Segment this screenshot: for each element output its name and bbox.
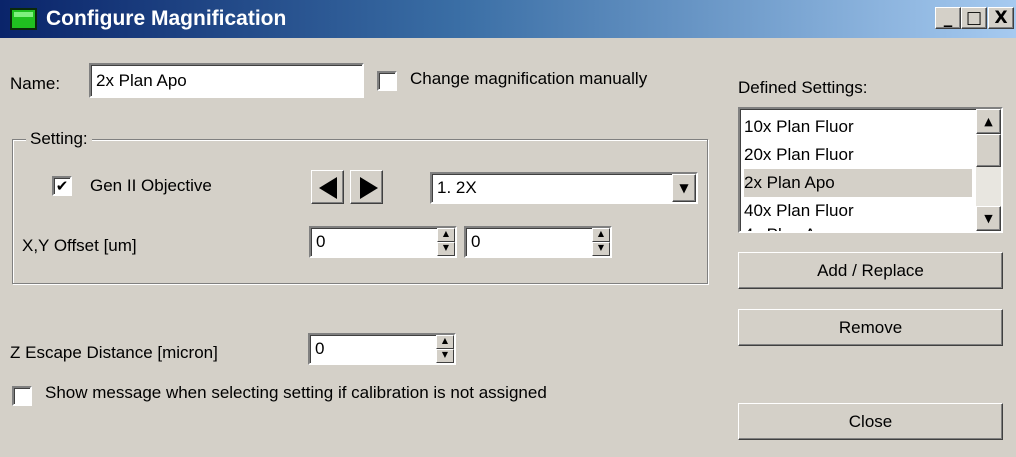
spin-down-icon[interactable]: ▼ [437,242,455,256]
scroll-up-icon[interactable]: ▲ [976,109,1001,134]
z-escape-spinner[interactable]: ▲ ▼ [436,335,454,363]
spin-down-icon[interactable]: ▼ [592,242,610,256]
defined-settings-list[interactable]: 10x Plan Fluor 20x Plan Fluor 2x Plan Ap… [738,107,1003,233]
spin-down-icon[interactable]: ▼ [436,349,454,363]
name-label: Name: [10,74,61,93]
setting-group-label: Setting: [26,129,92,149]
previous-objective-button[interactable] [311,170,344,204]
x-offset-value: 0 [316,232,326,251]
list-item-selected[interactable]: 2x Plan Apo [744,169,972,197]
gen-ii-objective-label: Gen II Objective [90,176,212,195]
list-item[interactable]: 4x Plan Apo [744,221,835,231]
next-objective-button[interactable] [350,170,383,204]
spin-up-icon[interactable]: ▲ [436,335,454,349]
spin-up-icon[interactable]: ▲ [437,228,455,242]
objective-select[interactable]: 1. 2X ▼ [430,172,698,204]
y-offset-spinner[interactable]: ▲ ▼ [592,228,610,256]
configure-magnification-dialog: Configure Magnification _ □ X Name: 2x P… [0,0,1016,457]
close-button[interactable]: Close [738,403,1003,440]
chevron-down-icon[interactable]: ▼ [672,174,696,202]
name-input[interactable]: 2x Plan Apo [89,63,364,98]
z-escape-label: Z Escape Distance [micron] [10,343,218,362]
setting-group [12,139,708,284]
change-magnification-label: Change magnification manually [410,69,648,88]
y-offset-input[interactable]: 0 ▲ ▼ [464,226,612,258]
defined-settings-label: Defined Settings: [738,78,868,97]
window-icon [10,8,37,30]
name-input-value: 2x Plan Apo [96,71,187,90]
maximize-button[interactable]: □ [961,7,987,29]
gen-ii-objective-checkbox[interactable]: ✔ [52,176,72,196]
spin-up-icon[interactable]: ▲ [592,228,610,242]
xy-offset-label: X,Y Offset [um] [22,236,137,255]
minimize-button[interactable]: _ [935,7,961,29]
show-message-label: Show message when selecting setting if c… [45,383,547,402]
objective-select-value: 1. 2X [437,178,477,197]
list-item[interactable]: 20x Plan Fluor [744,141,854,169]
close-window-button[interactable]: X [988,7,1014,29]
z-escape-value: 0 [315,339,325,358]
x-offset-spinner[interactable]: ▲ ▼ [437,228,455,256]
z-escape-input[interactable]: 0 ▲ ▼ [308,333,456,365]
change-magnification-checkbox[interactable] [377,71,397,91]
show-message-checkbox[interactable] [12,386,32,406]
remove-button[interactable]: Remove [738,309,1003,346]
right-arrow-icon [360,177,378,199]
window-title: Configure Magnification [46,7,287,30]
x-offset-input[interactable]: 0 ▲ ▼ [309,226,457,258]
list-scrollbar[interactable]: ▲ ▼ [976,109,1001,231]
scroll-down-icon[interactable]: ▼ [976,206,1001,231]
left-arrow-icon [319,177,337,199]
title-bar[interactable]: Configure Magnification _ □ X [0,0,1016,38]
add-replace-button[interactable]: Add / Replace [738,252,1003,289]
scrollbar-thumb[interactable] [976,134,1001,167]
y-offset-value: 0 [471,232,481,251]
list-item[interactable]: 10x Plan Fluor [744,113,854,141]
